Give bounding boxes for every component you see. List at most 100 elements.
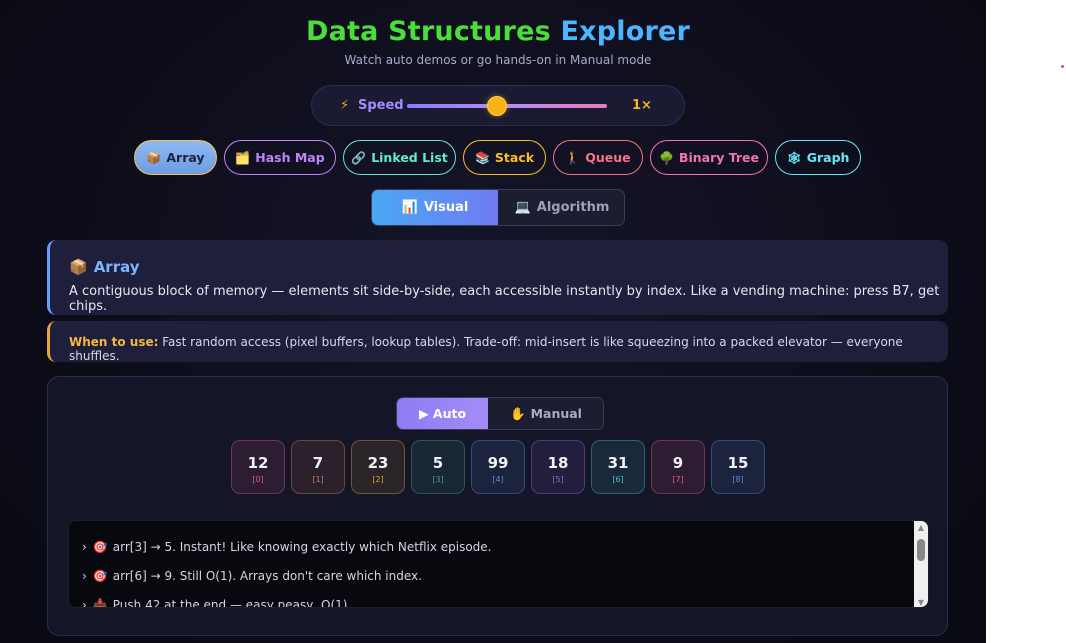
structure-icon: 🗂️ bbox=[235, 150, 251, 165]
view-tab-icon: 💻 bbox=[514, 200, 531, 215]
structure-info-card: 📦 Array A contiguous block of memory — el… bbox=[47, 240, 948, 315]
log-entry-icon: 📥 bbox=[92, 598, 108, 608]
speed-control: ⚡ Speed 1× bbox=[311, 85, 685, 126]
structure-label: Hash Map bbox=[255, 150, 325, 165]
structure-icon: 🔗 bbox=[351, 150, 367, 165]
array-cell[interactable]: 18 [5] bbox=[531, 440, 585, 494]
info-description: A contiguous block of memory — elements … bbox=[69, 284, 940, 314]
structure-label: Graph bbox=[806, 150, 850, 165]
title-part-2: Explorer bbox=[560, 16, 691, 47]
speed-value: 1× bbox=[632, 98, 652, 113]
log-entry-icon: 🎯 bbox=[92, 569, 108, 583]
title-part-1: Data Structures bbox=[305, 16, 551, 47]
info-title: 📦 Array bbox=[69, 258, 140, 276]
log-entry: › 🎯 arr[3] → 5. Instant! Like knowing exac… bbox=[82, 540, 492, 554]
array-cell-index: [6] bbox=[612, 475, 624, 484]
log-entry-text: arr[3] → 5. Instant! Like knowing exactl… bbox=[112, 540, 492, 554]
when-to-use-body: Fast random access (pixel buffers, looku… bbox=[69, 335, 903, 363]
array-cell-index: [4] bbox=[492, 475, 504, 484]
scroll-thumb[interactable] bbox=[917, 539, 925, 561]
structure-icon: 📦 bbox=[146, 150, 162, 165]
array-cell-value: 31 bbox=[607, 454, 629, 472]
structure-tab-5[interactable]: 🌳 Binary Tree bbox=[650, 140, 768, 175]
array-cell-index: [2] bbox=[372, 475, 384, 484]
structure-icon: 🌳 bbox=[658, 150, 674, 165]
structure-tab-1[interactable]: 🗂️ Hash Map bbox=[224, 140, 336, 175]
page-subtitle: Watch auto demos or go hands-on in Manua… bbox=[344, 53, 652, 67]
view-tabs: 📊 Visual 💻 Algorithm bbox=[371, 189, 625, 226]
structure-selector: 📦 Array 🗂️ Hash Map 🔗 Linked List 📚 Stack 🚶 Queue… bbox=[0, 140, 986, 175]
auto-mode-label: ▶ Auto bbox=[418, 406, 467, 421]
demo-panel: ▶ Auto ✋ Manual 12 [0] 7 [1] 23 [2] 5 [3] 99 [4] 1… bbox=[47, 376, 948, 636]
auto-mode-button[interactable]: ▶ Auto bbox=[397, 398, 488, 429]
structure-tab-3[interactable]: 📚 Stack bbox=[463, 140, 546, 175]
array-cells: 12 [0] 7 [1] 23 [2] 5 [3] 99 [4] 18 [5] 31 [6] 9 [7] 15[… bbox=[231, 440, 771, 494]
log-entry-text: arr[6] → 9. Still O(1). Arrays don't car… bbox=[112, 569, 422, 583]
array-cell-index: [3] bbox=[432, 475, 444, 484]
array-cell-index: [5] bbox=[552, 475, 564, 484]
array-cell-index: [8] bbox=[732, 475, 744, 484]
array-cell[interactable]: 5 [3] bbox=[411, 440, 465, 494]
view-tab-icon: 📊 bbox=[401, 200, 418, 215]
app-window: Data Structures Explorer Watch auto demo… bbox=[0, 0, 986, 643]
page-title: Data Structures Explorer bbox=[0, 16, 986, 47]
view-tab-1[interactable]: 💻 Algorithm bbox=[499, 190, 624, 225]
log-entry-icon: 🎯 bbox=[92, 540, 108, 554]
speed-label: Speed bbox=[358, 98, 404, 113]
structure-tab-6[interactable]: 🕸 Graph bbox=[775, 140, 861, 175]
array-cell-value: 7 bbox=[312, 454, 324, 472]
structure-tab-4[interactable]: 🚶 Queue bbox=[553, 140, 643, 175]
log-entry: › 📥 Push 42 at the end — easy peasy, O(1) bbox=[82, 598, 347, 608]
array-cell-index: [0] bbox=[252, 475, 264, 484]
structure-label: Array bbox=[166, 150, 205, 165]
array-cell[interactable]: 9 [7] bbox=[651, 440, 705, 494]
prompt-chevron-icon: › bbox=[82, 569, 87, 583]
array-cell-value: 12 bbox=[247, 454, 269, 472]
structure-icon: 🕸 bbox=[786, 150, 802, 165]
box-icon: 📦 bbox=[69, 258, 88, 276]
when-to-use-text: When to use: Fast random access (pixel b… bbox=[69, 335, 948, 363]
when-to-use-card: When to use: Fast random access (pixel b… bbox=[47, 321, 948, 363]
manual-mode-label: Manual bbox=[530, 406, 582, 421]
array-cell-value: 15 bbox=[727, 454, 749, 472]
scroll-up-icon[interactable]: ▲ bbox=[914, 521, 928, 534]
array-cell[interactable]: 7 [1] bbox=[291, 440, 345, 494]
structure-label: Binary Tree bbox=[678, 150, 760, 165]
scroll-down-icon[interactable]: ▼ bbox=[914, 596, 928, 607]
array-cell-value: 18 bbox=[547, 454, 569, 472]
structure-icon: 📚 bbox=[474, 150, 490, 165]
array-cell-index: [7] bbox=[672, 475, 684, 484]
lightning-icon: ⚡ bbox=[340, 98, 350, 113]
speed-slider-track[interactable] bbox=[407, 104, 607, 108]
structure-tab-0[interactable]: 📦 Array bbox=[134, 140, 217, 175]
array-cell-value: 23 bbox=[367, 454, 389, 472]
array-cell-value: 5 bbox=[432, 454, 444, 472]
prompt-chevron-icon: › bbox=[82, 598, 87, 608]
array-cell[interactable]: 31 [6] bbox=[591, 440, 645, 494]
array-cell[interactable]: 23 [2] bbox=[351, 440, 405, 494]
structure-tab-2[interactable]: 🔗 Linked List bbox=[343, 140, 456, 175]
array-cell[interactable]: 12 [0] bbox=[231, 440, 285, 494]
structure-label: Queue bbox=[585, 150, 631, 165]
view-tab-label: Algorithm bbox=[536, 200, 610, 215]
when-to-use-label: When to use: bbox=[69, 335, 159, 349]
array-cell[interactable]: 15 [8] bbox=[711, 440, 765, 494]
hand-icon: ✋ bbox=[510, 405, 526, 421]
view-tab-label: Visual bbox=[423, 200, 469, 215]
structure-label: Stack bbox=[494, 150, 535, 165]
activity-log: › 🎯 arr[3] → 5. Instant! Like knowing exac… bbox=[68, 520, 929, 608]
array-cell-index: [1] bbox=[312, 475, 324, 484]
array-cell[interactable]: 99 [4] bbox=[471, 440, 525, 494]
structure-icon: 🚶 bbox=[565, 150, 581, 165]
structure-label: Linked List bbox=[371, 150, 448, 165]
speed-slider-thumb[interactable] bbox=[487, 96, 507, 116]
log-scrollbar[interactable]: ▲ ▼ bbox=[914, 521, 928, 607]
manual-mode-button[interactable]: ✋ Manual bbox=[489, 398, 603, 429]
view-tab-0[interactable]: 📊 Visual bbox=[372, 190, 498, 225]
log-entry: › 🎯 arr[6] → 9. Still O(1). Arrays don't c… bbox=[82, 569, 422, 583]
red-dot-marker bbox=[1061, 65, 1064, 68]
mode-toggle: ▶ Auto ✋ Manual bbox=[396, 397, 604, 430]
info-title-text: Array bbox=[93, 258, 140, 276]
array-cell-value: 9 bbox=[672, 454, 684, 472]
prompt-chevron-icon: › bbox=[82, 540, 87, 554]
